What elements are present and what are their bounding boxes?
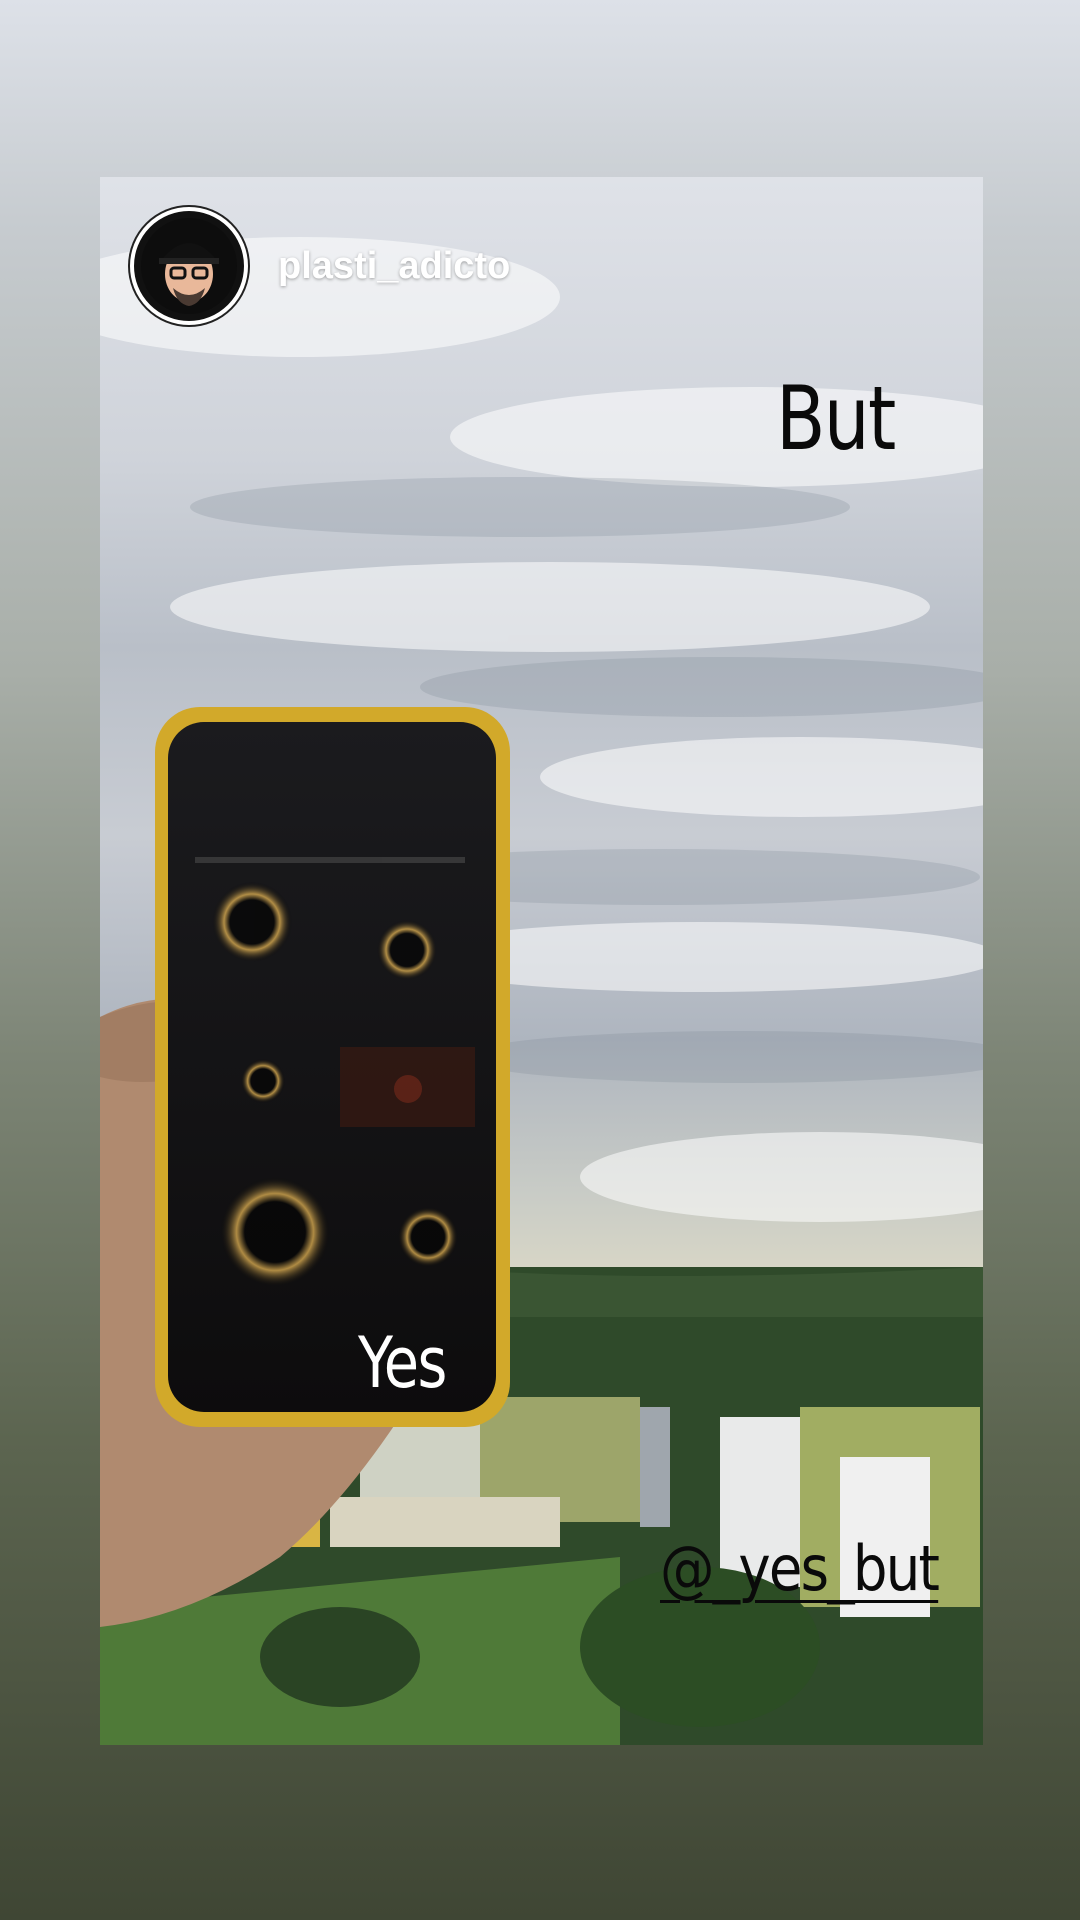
story-frame: plasti_adicto But Yes @_yes_but: [100, 177, 983, 1745]
story-header: plasti_adicto: [130, 207, 510, 325]
avatar-cartoon-icon: [141, 218, 237, 314]
caption-yes: Yes: [358, 1322, 447, 1404]
avatar[interactable]: [130, 207, 248, 325]
caption-handle[interactable]: @_yes_but: [660, 1532, 940, 1605]
story-username[interactable]: plasti_adicto: [278, 245, 510, 288]
caption-but: But: [776, 367, 896, 470]
